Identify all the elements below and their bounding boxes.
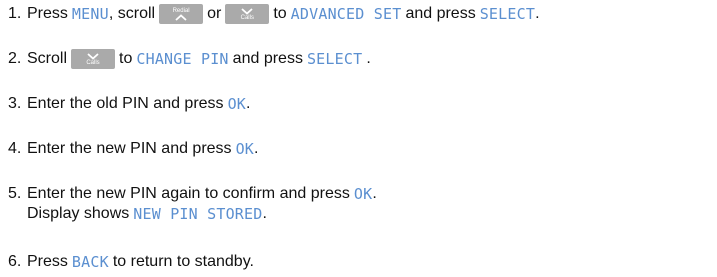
step-number: 2. xyxy=(8,50,22,67)
step-text-part: . xyxy=(372,185,377,202)
chevron-up-icon xyxy=(175,14,187,21)
step-text-part: . xyxy=(366,50,371,67)
step-text-part: . xyxy=(535,5,540,22)
chevron-down-icon xyxy=(241,8,253,15)
step-text-part: Scroll xyxy=(27,50,68,67)
step-text-part: Display shows xyxy=(27,205,130,222)
step-5: 5. Enter the new PIN again to confirm an… xyxy=(8,184,377,224)
display-text-back: BACK xyxy=(71,253,109,271)
display-text-ok: OK xyxy=(235,140,255,158)
step-text-part: . xyxy=(246,95,251,112)
step-text-part: Enter the new PIN again to confirm and p… xyxy=(27,185,350,202)
calls-key: Calls xyxy=(225,4,270,24)
display-text-change-pin: CHANGE PIN xyxy=(136,50,229,68)
calls-key: Calls xyxy=(71,49,116,69)
step-text-part: to xyxy=(119,50,133,67)
step-number: 6. xyxy=(8,253,22,270)
step-text-part: Enter the new PIN and press xyxy=(27,140,232,157)
step-text-part: Enter the old PIN and press xyxy=(27,95,224,112)
step-text: Enter the new PIN and press OK . xyxy=(27,139,258,159)
display-text-advanced-set: ADVANCED SET xyxy=(290,5,402,23)
step-text: Press BACK to return to standby. xyxy=(27,252,254,272)
step-number: 5. xyxy=(8,185,22,202)
step-text-part: and press xyxy=(232,50,303,67)
step-text-part: or xyxy=(207,5,222,22)
display-text-ok: OK xyxy=(353,185,373,203)
step-number: 3. xyxy=(8,95,22,112)
step-text: Enter the old PIN and press OK . xyxy=(27,94,250,114)
display-text-new-pin-stored: NEW PIN STORED xyxy=(133,205,263,223)
key-label: Calls xyxy=(240,15,254,21)
step-text: Scroll Calls to CHANGE PIN and press SEL… xyxy=(27,49,371,69)
step-text: Press MENU , scroll Redial or Calls to A… xyxy=(27,4,540,24)
step-text-part: Press xyxy=(27,253,68,270)
step-3: 3. Enter the old PIN and press OK . xyxy=(8,94,250,114)
display-text-select: SELECT xyxy=(479,5,536,23)
step-text: Enter the new PIN again to confirm and p… xyxy=(27,184,377,224)
step-text-part: to return to standby. xyxy=(112,253,254,270)
display-text-select: SELECT xyxy=(306,50,363,68)
step-number: 1. xyxy=(8,5,22,22)
display-text-menu: MENU xyxy=(71,5,109,23)
step-text-part: . xyxy=(254,140,259,157)
step-number: 4. xyxy=(8,140,22,157)
step-1: 1. Press MENU , scroll Redial or Calls t… xyxy=(8,4,540,24)
step-text-part: Press xyxy=(27,5,68,22)
key-label: Calls xyxy=(86,60,100,66)
display-text-ok: OK xyxy=(227,95,247,113)
redial-key: Redial xyxy=(159,4,204,24)
chevron-down-icon xyxy=(87,53,99,60)
step-text-part: . xyxy=(262,205,267,222)
step-text-part: , scroll xyxy=(108,5,156,22)
step-6: 6. Press BACK to return to standby. xyxy=(8,252,254,272)
step-2: 2. Scroll Calls to CHANGE PIN and press … xyxy=(8,49,371,69)
step-text-part: and press xyxy=(405,5,476,22)
step-text-part: to xyxy=(273,5,287,22)
step-4: 4. Enter the new PIN and press OK . xyxy=(8,139,258,159)
